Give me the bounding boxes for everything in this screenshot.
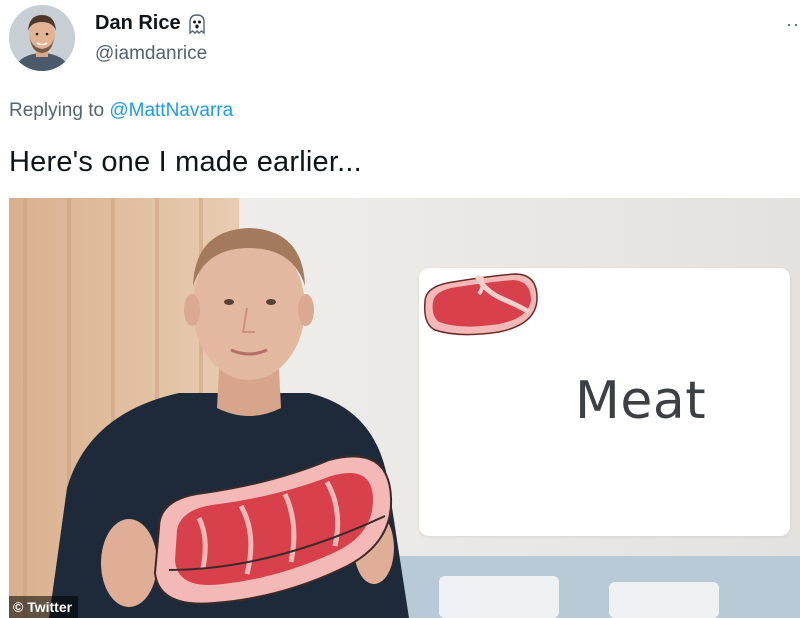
tweet-text: Here's one I made earlier...: [9, 146, 362, 178]
tweet-media[interactable]: Meat © Twitter: [9, 198, 800, 618]
mention-link[interactable]: @MattNavarra: [109, 100, 233, 121]
author-handle[interactable]: @iamdanrice: [95, 43, 207, 65]
steak-logo-icon: [423, 273, 538, 336]
author-name[interactable]: Dan Rice: [95, 12, 207, 35]
tweet-card: Dan Rice @iamdanrice ·· Replying to @Mat…: [0, 0, 800, 618]
meat-card: Meat: [419, 268, 790, 536]
author-display-name[interactable]: Dan Rice: [95, 12, 181, 35]
watermark-label: © Twitter: [13, 599, 73, 615]
replying-to-label: Replying to: [9, 100, 105, 121]
avatar-image: [9, 5, 75, 71]
twitter-watermark: © Twitter: [9, 596, 79, 618]
more-options-icon[interactable]: ··: [786, 14, 800, 35]
replying-to: Replying to @MattNavarra: [9, 100, 233, 122]
avatar[interactable]: [9, 5, 75, 71]
meat-wordmark: Meat: [575, 371, 707, 431]
ghost-icon: [187, 13, 207, 35]
